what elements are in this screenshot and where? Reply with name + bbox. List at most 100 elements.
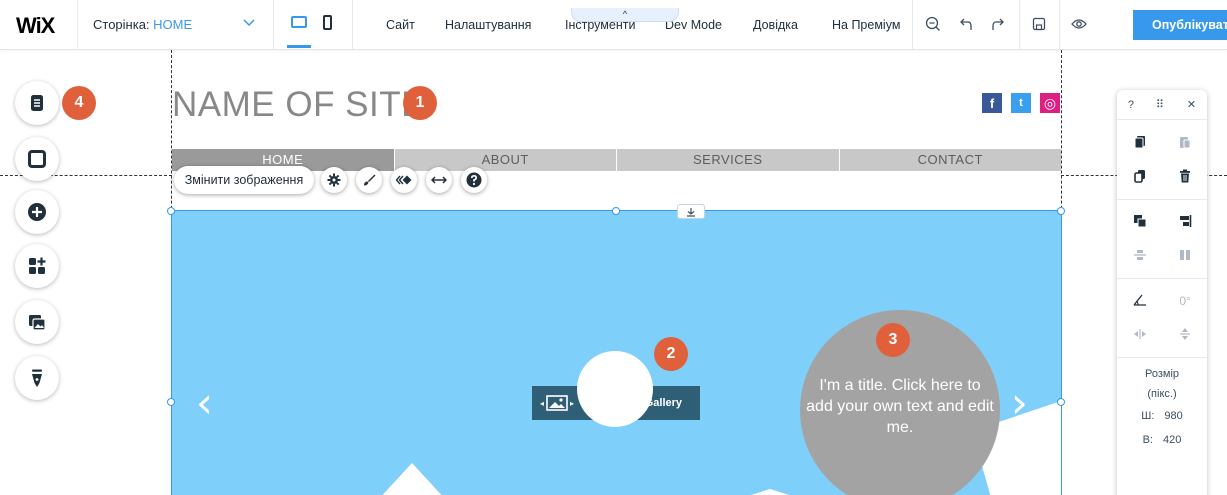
- divider: [912, 0, 913, 50]
- caret-left-icon: ◂: [540, 398, 545, 408]
- paste-icon[interactable]: [1179, 135, 1191, 152]
- media-images-icon: [29, 315, 46, 331]
- page-selector-label: Сторінка:: [93, 17, 150, 32]
- zoom-out-icon[interactable]: [922, 13, 944, 35]
- blog-button[interactable]: [15, 356, 59, 400]
- tour-badge-4[interactable]: 4: [62, 86, 96, 120]
- flip-horizontal-icon[interactable]: [1133, 328, 1147, 343]
- design-brush-icon[interactable]: [356, 167, 382, 193]
- panel-row: [1117, 239, 1207, 273]
- facebook-icon[interactable]: f: [982, 93, 1002, 113]
- download-arrow-icon: [687, 207, 695, 217]
- background-square-icon: [28, 150, 46, 168]
- caret-right-icon: ▸: [570, 398, 575, 408]
- publish-button[interactable]: Опублікувати: [1133, 10, 1227, 40]
- width-value[interactable]: 980: [1164, 410, 1182, 422]
- panel-help-icon[interactable]: ?: [1128, 99, 1134, 111]
- distribute-icon[interactable]: [1133, 248, 1147, 265]
- gallery-prev-arrow[interactable]: ‹: [196, 378, 213, 427]
- height-value[interactable]: 420: [1163, 434, 1181, 446]
- gallery-title-text[interactable]: I'm a title. Click here to add your own …: [806, 375, 994, 438]
- nav-item-about[interactable]: ABOUT: [395, 149, 617, 171]
- duplicate-icon[interactable]: [1133, 169, 1146, 186]
- preview-eye-icon[interactable]: [1068, 13, 1090, 35]
- panel-header: ? ⠿ ✕: [1117, 90, 1207, 120]
- settings-gear-icon[interactable]: [321, 167, 347, 193]
- redo-icon[interactable]: [987, 13, 1009, 35]
- wix-logo[interactable]: WiX: [16, 13, 55, 39]
- align-icon[interactable]: [1178, 214, 1192, 231]
- drag-handle-icon[interactable]: ⠿: [1156, 98, 1165, 111]
- panel-row: [1117, 205, 1207, 239]
- resize-handle[interactable]: [612, 207, 620, 215]
- panel-divider: [1117, 278, 1207, 279]
- undo-icon[interactable]: [955, 13, 977, 35]
- desktop-view-indicator: [287, 45, 311, 48]
- divider: [1019, 0, 1020, 50]
- width-field[interactable]: Ш: 980: [1117, 410, 1207, 422]
- site-name[interactable]: NAME OF SITE: [172, 85, 425, 125]
- add-apps-button[interactable]: [15, 244, 59, 288]
- pen-nib-icon: [32, 369, 42, 387]
- menu-help[interactable]: Довідка: [753, 18, 798, 32]
- close-icon[interactable]: ✕: [1187, 98, 1196, 111]
- divider: [1059, 0, 1060, 50]
- apps-grid-icon: [29, 257, 46, 274]
- resize-handle[interactable]: [1057, 398, 1065, 406]
- instagram-icon[interactable]: ◎: [1040, 93, 1060, 113]
- animation-icon[interactable]: [391, 167, 417, 193]
- divider: [77, 0, 78, 50]
- height-label: В:: [1142, 434, 1154, 446]
- resize-handle[interactable]: [167, 398, 175, 406]
- height-field[interactable]: В: 420: [1117, 434, 1207, 446]
- tour-badge-1[interactable]: 1: [403, 86, 437, 120]
- tour-badge-2[interactable]: 2: [654, 337, 688, 371]
- help-question-icon[interactable]: [461, 167, 487, 193]
- stretch-anchor-button[interactable]: [677, 204, 705, 219]
- plus-circle-icon: [28, 203, 46, 221]
- rotation-value[interactable]: 0°: [1179, 294, 1190, 308]
- match-size-icon[interactable]: [1178, 248, 1192, 265]
- gallery-next-arrow[interactable]: ›: [1011, 378, 1028, 427]
- chevron-down-icon[interactable]: [243, 16, 255, 30]
- menu-site[interactable]: Сайт: [386, 18, 415, 32]
- pages-icon: [31, 95, 43, 111]
- tour-badge-3[interactable]: 3: [876, 323, 910, 357]
- arrange-icon[interactable]: [1133, 214, 1147, 231]
- desktop-view-icon[interactable]: [291, 16, 307, 28]
- stretch-arrows-icon[interactable]: [426, 167, 452, 193]
- menu-upgrade[interactable]: На Преміум: [832, 18, 900, 32]
- twitter-icon[interactable]: t: [1011, 93, 1031, 113]
- panel-divider: [1117, 199, 1207, 200]
- resize-handle[interactable]: [167, 207, 175, 215]
- panel-divider: [1117, 357, 1207, 358]
- copy-icon[interactable]: [1134, 135, 1146, 152]
- pages-menu-button[interactable]: [15, 81, 59, 125]
- collapse-topbar-tab[interactable]: ^: [571, 8, 679, 22]
- size-label: Розмір: [1144, 368, 1179, 380]
- panel-row: [1117, 318, 1207, 352]
- rotate-angle-icon[interactable]: [1133, 294, 1147, 309]
- media-button[interactable]: [15, 300, 59, 344]
- panel-row: [1117, 126, 1207, 160]
- panel-row: [1117, 160, 1207, 194]
- nav-item-contact[interactable]: CONTACT: [840, 149, 1062, 171]
- page-selector[interactable]: Сторінка: HOME: [93, 17, 192, 32]
- width-label: Ш:: [1141, 410, 1155, 422]
- flip-vertical-icon[interactable]: [1179, 327, 1191, 344]
- change-image-button[interactable]: Змінити зображення: [174, 166, 314, 194]
- save-icon[interactable]: [1028, 13, 1050, 35]
- divider: [273, 0, 274, 50]
- background-button[interactable]: [15, 137, 59, 181]
- add-elements-button[interactable]: [15, 190, 59, 234]
- size-unit: (пікс.): [1147, 388, 1177, 400]
- layout-tools-panel: ? ⠿ ✕ 0° Розмір (пікс.) Ш: 980 В: 420: [1117, 90, 1207, 495]
- resize-handle[interactable]: [1057, 207, 1065, 215]
- image-icon: [546, 395, 568, 411]
- mobile-view-icon[interactable]: [323, 15, 332, 30]
- panel-row: 0°: [1117, 284, 1207, 318]
- delete-trash-icon[interactable]: [1179, 169, 1191, 186]
- nav-item-services[interactable]: SERVICES: [617, 149, 840, 171]
- page-selector-value: HOME: [153, 17, 193, 32]
- menu-settings[interactable]: Налаштування: [445, 18, 531, 32]
